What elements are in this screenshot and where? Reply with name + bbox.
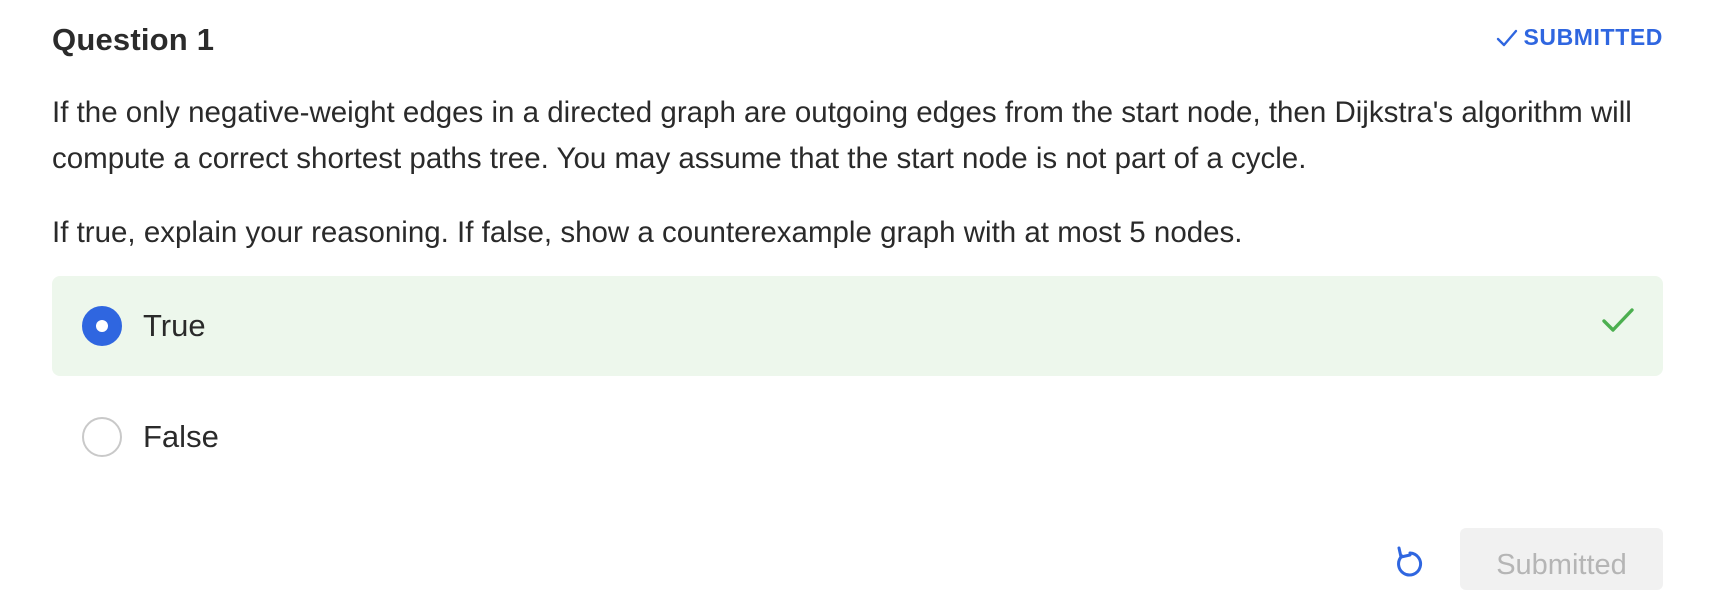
status-label: SUBMITTED xyxy=(1523,24,1663,50)
submitted-button[interactable]: Submitted xyxy=(1460,528,1663,590)
question-prompt: If the only negative-weight edges in a d… xyxy=(52,90,1663,256)
radio-true[interactable] xyxy=(82,306,122,346)
question-footer: Submitted xyxy=(52,528,1663,590)
check-icon xyxy=(1497,29,1518,46)
option-false[interactable]: False xyxy=(52,387,1663,487)
question-title: Question 1 xyxy=(52,22,215,57)
submitted-button-label: Submitted xyxy=(1496,549,1627,581)
option-true[interactable]: True xyxy=(52,276,1663,376)
correct-check-icon xyxy=(1602,308,1634,332)
submitted-status: SUBMITTED xyxy=(1495,24,1663,51)
prompt-text: If the only negative-weight edges in a d… xyxy=(52,96,1632,175)
question-card: Question 1 SUBMITTED If the only negativ… xyxy=(52,0,1663,590)
question-header: Question 1 SUBMITTED xyxy=(52,18,1663,62)
reset-icon[interactable] xyxy=(1393,542,1427,578)
option-false-label: False xyxy=(143,419,219,454)
instruction-text: If true, explain your reasoning. If fals… xyxy=(52,216,1243,249)
option-true-label: True xyxy=(143,308,206,343)
radio-false[interactable] xyxy=(82,417,122,457)
